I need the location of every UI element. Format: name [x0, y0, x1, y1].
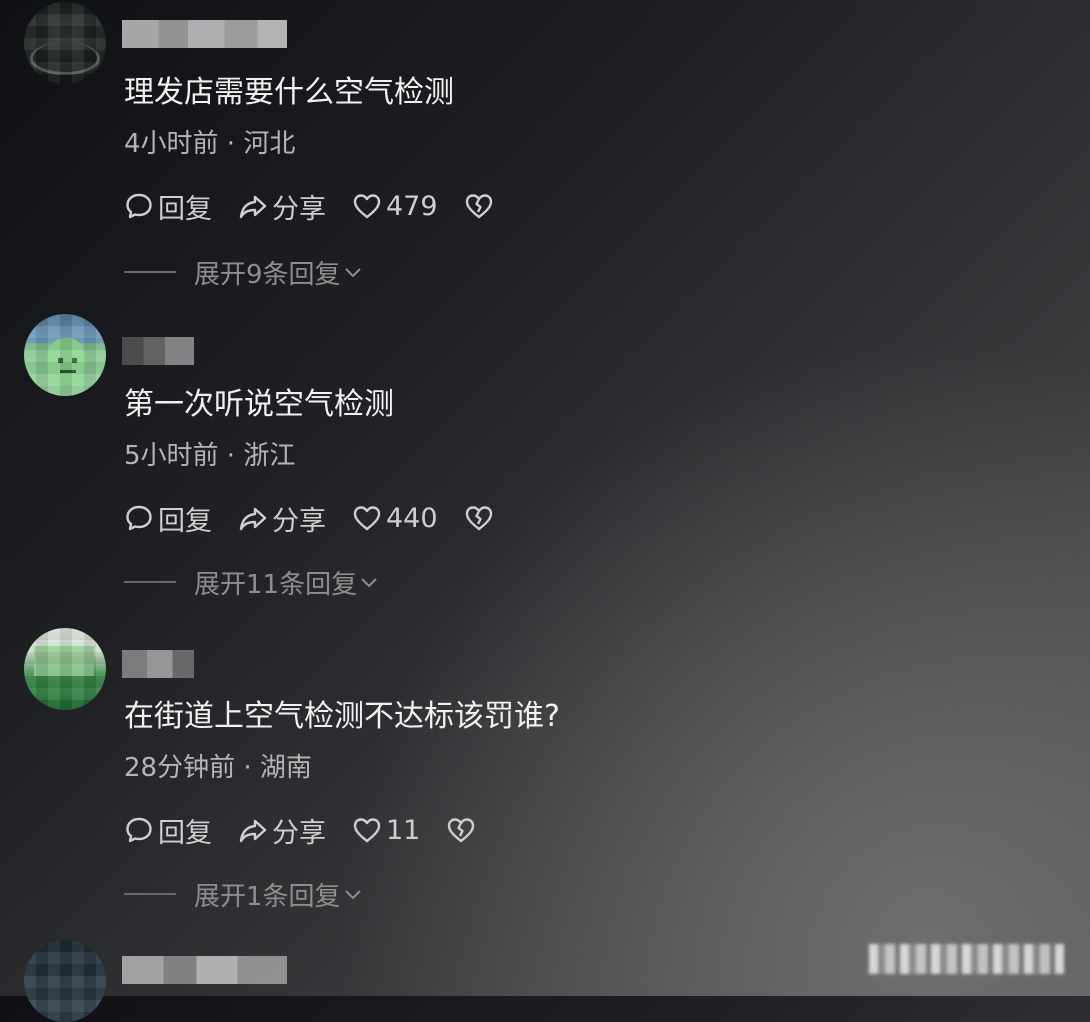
reply-label: 回复 — [158, 193, 212, 225]
expand-replies-label: 展开1条回复 — [194, 881, 341, 912]
broken-heart-icon — [465, 506, 492, 531]
avatar[interactable] — [24, 314, 106, 396]
comment-actions: 回复 分享 440 — [124, 498, 524, 538]
like-button[interactable]: 440 — [352, 503, 438, 534]
dislike-button[interactable] — [446, 815, 480, 845]
expand-replies-label: 展开11条回复 — [194, 569, 358, 600]
like-button[interactable]: 479 — [352, 191, 438, 222]
avatar[interactable] — [24, 2, 106, 84]
comment-time: 5小时前 — [124, 441, 219, 471]
share-label: 分享 — [272, 505, 326, 537]
share-label: 分享 — [272, 193, 326, 225]
share-arrow-icon — [239, 507, 267, 531]
comment-actions: 回复 分享 479 — [124, 186, 524, 226]
comment-bubble-icon — [126, 817, 152, 843]
divider-line — [124, 271, 176, 273]
like-count: 11 — [386, 814, 421, 846]
meta-separator: · — [218, 441, 244, 471]
heart-icon — [353, 194, 381, 219]
dislike-button[interactable] — [464, 503, 498, 533]
comment-text: 第一次听说空气检测 — [124, 387, 394, 422]
avatar[interactable] — [24, 628, 106, 710]
username-blurred[interactable] — [122, 337, 194, 365]
reply-button[interactable]: 回复 — [124, 187, 212, 226]
comment-time: 28分钟前 — [124, 753, 236, 783]
username-blurred[interactable] — [122, 956, 287, 984]
divider-line — [124, 893, 176, 895]
share-label: 分享 — [272, 817, 326, 849]
divider-line — [124, 581, 176, 583]
share-arrow-icon — [239, 195, 267, 219]
comment-text: 在街道上空气检测不达标该罚谁? — [124, 699, 560, 734]
expand-replies-button[interactable]: 展开11条回复 — [124, 564, 379, 600]
expand-replies-button[interactable]: 展开9条回复 — [124, 254, 363, 290]
comment-time: 4小时前 — [124, 129, 219, 159]
username-blurred[interactable] — [122, 650, 194, 678]
chevron-down-icon — [344, 890, 361, 900]
comment-location: 河北 — [243, 129, 296, 159]
comment-bubble-icon — [126, 193, 152, 219]
dislike-button[interactable] — [464, 191, 498, 221]
reply-label: 回复 — [158, 817, 212, 849]
avatar[interactable] — [24, 940, 106, 1022]
comment-meta: 4小时前 · 河北 — [124, 127, 295, 161]
heart-icon — [353, 818, 381, 843]
broken-heart-icon — [448, 818, 475, 843]
share-button[interactable]: 分享 — [238, 499, 326, 538]
expand-replies-button[interactable]: 展开1条回复 — [124, 876, 363, 912]
like-button[interactable]: 11 — [352, 815, 420, 846]
meta-separator: · — [218, 129, 244, 159]
expand-replies-label: 展开9条回复 — [194, 259, 341, 290]
share-arrow-icon — [239, 819, 267, 843]
reply-button[interactable]: 回复 — [124, 499, 212, 538]
share-button[interactable]: 分享 — [238, 811, 326, 850]
reply-label: 回复 — [158, 505, 212, 537]
comment-text: 理发店需要什么空气检测 — [124, 75, 454, 110]
heart-icon — [353, 506, 381, 531]
comment-meta: 28分钟前 · 湖南 — [124, 751, 312, 785]
comment-meta: 5小时前 · 浙江 — [124, 439, 295, 473]
reply-button[interactable]: 回复 — [124, 811, 212, 850]
like-count: 440 — [386, 502, 438, 534]
username-blurred[interactable] — [122, 20, 287, 48]
meta-separator: · — [235, 753, 260, 783]
chevron-down-icon — [344, 268, 361, 278]
watermark-blurred — [869, 944, 1064, 974]
comment-location: 浙江 — [243, 441, 296, 471]
comment-actions: 回复 分享 11 — [124, 810, 506, 850]
broken-heart-icon — [465, 194, 492, 219]
like-count: 479 — [386, 190, 438, 222]
comment-bubble-icon — [126, 505, 152, 531]
chevron-down-icon — [361, 578, 377, 588]
comment-location: 湖南 — [259, 753, 312, 783]
share-button[interactable]: 分享 — [238, 187, 326, 226]
